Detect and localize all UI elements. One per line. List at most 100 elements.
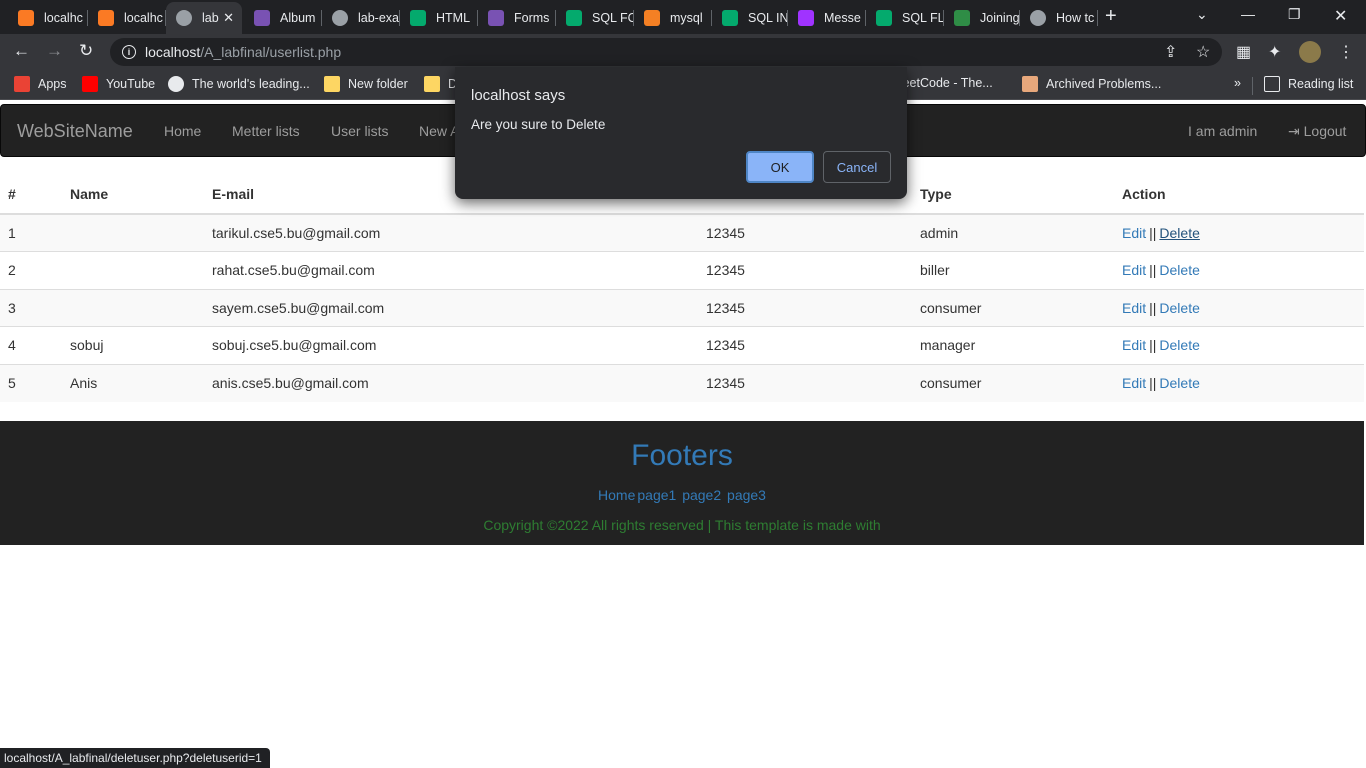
footer-link-home[interactable]: Home: [598, 487, 635, 503]
back-icon[interactable]: ←: [13, 41, 30, 61]
tab-label: Album: [280, 11, 316, 25]
bookmark-star-icon[interactable]: ☆: [1196, 42, 1210, 62]
tab-1[interactable]: localhc: [88, 2, 166, 34]
nav-new-item[interactable]: New A: [419, 123, 459, 139]
folder-icon: [324, 76, 340, 92]
cell-type: consumer: [912, 363, 1114, 402]
bookmark-3[interactable]: New folder: [324, 76, 408, 92]
tab-4[interactable]: lab-exa: [322, 2, 400, 34]
tab-8[interactable]: mysql: [634, 2, 712, 34]
edit-link[interactable]: Edit: [1122, 375, 1146, 391]
forward-icon[interactable]: →: [46, 41, 63, 61]
bookmark-6[interactable]: Archived Problems...: [1022, 76, 1161, 92]
tab-6[interactable]: Forms: [478, 2, 556, 34]
table-row: 1 tarikul.cse5.bu@gmail.com 12345 admin Edit…: [0, 213, 1364, 252]
delete-link[interactable]: Delete: [1159, 375, 1199, 391]
youtube-icon: [82, 76, 98, 92]
delete-link[interactable]: Delete: [1159, 262, 1199, 278]
restore-icon[interactable]: ❐: [1288, 6, 1301, 23]
logout-button[interactable]: ⇥ Logout: [1288, 123, 1346, 140]
reading-list-button[interactable]: Reading list: [1264, 76, 1353, 92]
extension-grid-icon[interactable]: ▦: [1236, 42, 1251, 62]
cell-email: tarikul.cse5.bu@gmail.com: [204, 213, 698, 252]
reload-icon[interactable]: ↻: [79, 41, 93, 61]
nav-user-greeting[interactable]: I am admin: [1188, 123, 1257, 139]
bookmark-label: New folder: [348, 77, 408, 91]
bookmark-1[interactable]: YouTube: [82, 76, 155, 92]
action-separator: ||: [1149, 375, 1157, 391]
messenger-icon: [798, 10, 814, 26]
cell-id: 1: [0, 213, 62, 252]
profile-avatar[interactable]: [1299, 41, 1321, 63]
nav-metter-lists[interactable]: Metter lists: [232, 123, 300, 139]
bookmark-4[interactable]: D: [424, 76, 457, 92]
bookmark-label: Apps: [38, 77, 67, 91]
col-header-type: Type: [912, 175, 1114, 215]
site-info-icon[interactable]: i: [122, 45, 136, 59]
address-bar[interactable]: i localhost/A_labfinal/userlist.php: [110, 38, 1222, 66]
cell-id: 4: [0, 326, 62, 364]
delete-link[interactable]: Delete: [1159, 300, 1199, 316]
minimize-icon[interactable]: —: [1241, 6, 1255, 22]
footer-link-page3[interactable]: page3: [727, 487, 766, 503]
delete-link[interactable]: Delete: [1159, 225, 1199, 241]
tab-close-icon[interactable]: ✕: [223, 10, 234, 26]
tab-13[interactable]: How tc: [1020, 2, 1098, 34]
reading-list-icon: [1264, 76, 1280, 92]
page-content: WebSiteName Home Metter lists User lists…: [0, 100, 1366, 768]
action-separator: ||: [1149, 337, 1157, 354]
col-header-id: #: [0, 175, 62, 215]
footer-link-page2[interactable]: page2: [682, 487, 721, 503]
edit-link[interactable]: Edit: [1122, 300, 1146, 316]
dialog-cancel-button[interactable]: Cancel: [823, 151, 891, 183]
new-tab-button[interactable]: +: [1105, 5, 1117, 28]
menu-kebab-icon[interactable]: ⋮: [1338, 42, 1354, 62]
cell-name: [62, 251, 204, 289]
bookmark-0[interactable]: Apps: [14, 76, 67, 92]
site-brand[interactable]: WebSiteName: [17, 121, 133, 142]
edit-link[interactable]: Edit: [1122, 337, 1146, 353]
tab-0[interactable]: localhc: [8, 2, 88, 34]
globe-icon: [332, 10, 348, 26]
cell-type: biller: [912, 251, 1114, 289]
tab-5[interactable]: HTML: [400, 2, 478, 34]
bookmark-label: The world's leading...: [192, 77, 310, 91]
edit-link[interactable]: Edit: [1122, 225, 1146, 241]
tab-2[interactable]: lab ✕: [166, 2, 242, 34]
tab-3[interactable]: Album: [244, 2, 322, 34]
delete-link[interactable]: Delete: [1159, 337, 1199, 353]
dialog-ok-button[interactable]: OK: [746, 151, 814, 183]
globe-icon: [176, 10, 192, 26]
tab-11[interactable]: SQL FL: [866, 2, 944, 34]
cell-id: 5: [0, 363, 62, 402]
bookmarks-overflow-icon[interactable]: »: [1234, 76, 1241, 90]
tab-search-icon[interactable]: ⌄: [1196, 6, 1208, 23]
tab-10[interactable]: Messe: [788, 2, 866, 34]
tab-separator: [1097, 10, 1098, 26]
browser-toolbar: ← → ↻ i localhost/A_labfinal/userlist.ph…: [0, 34, 1366, 70]
footer-link-page1[interactable]: page1: [637, 487, 676, 503]
bootstrap-icon: [488, 10, 504, 26]
tab-label: HTML: [436, 11, 471, 25]
address-url: localhost/A_labfinal/userlist.php: [145, 44, 342, 60]
bookmark-2[interactable]: The world's leading...: [168, 76, 310, 92]
edit-link[interactable]: Edit: [1122, 262, 1146, 278]
tab-label: SQL IN: [748, 11, 788, 25]
cell-password: 12345: [698, 326, 912, 364]
nav-user-lists[interactable]: User lists: [331, 123, 389, 139]
cell-email: rahat.cse5.bu@gmail.com: [204, 251, 698, 289]
table-row: 2 rahat.cse5.bu@gmail.com 12345 biller Edit |…: [0, 251, 1364, 289]
extensions-puzzle-icon[interactable]: ✦: [1268, 42, 1281, 62]
close-window-icon[interactable]: ✕: [1334, 6, 1347, 26]
share-icon[interactable]: ⇪: [1164, 42, 1177, 62]
tab-12[interactable]: Joining: [944, 2, 1020, 34]
bookmark-label: Archived Problems...: [1046, 77, 1162, 91]
col-header-action: Action: [1114, 175, 1364, 215]
nav-home[interactable]: Home: [164, 123, 201, 139]
table-row: 4 sobuj sobuj.cse5.bu@gmail.com 12345 manage…: [0, 326, 1364, 364]
cell-name: [62, 213, 204, 252]
tab-7[interactable]: SQL FC: [556, 2, 634, 34]
cell-action: Edit || Delete: [1114, 213, 1364, 252]
tab-9[interactable]: SQL IN: [712, 2, 788, 34]
apps-grid-icon: [14, 76, 30, 92]
